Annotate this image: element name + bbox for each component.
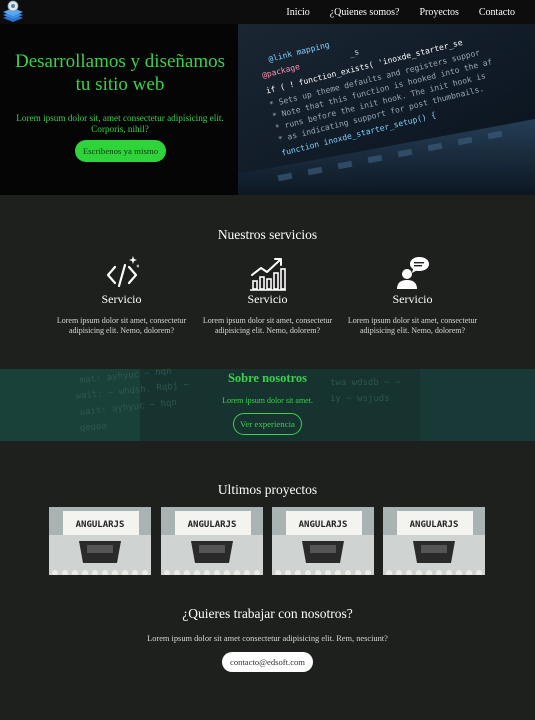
typewriter-image xyxy=(161,507,263,575)
contact-subtitle: Lorem ipsum dolor sit amet consectetur a… xyxy=(147,634,388,643)
project-label: ANGULARJS xyxy=(75,520,125,530)
contact-title: ¿Quieres trabajar con nosotros? xyxy=(182,606,353,621)
services-title: Nuestros servicios xyxy=(217,227,318,242)
typewriter-image xyxy=(49,507,151,575)
project-card[interactable]: ANGULARJS xyxy=(49,507,151,575)
nav-link-proyectos[interactable]: Proyectos xyxy=(419,7,458,18)
service-card: Servicio Lorem ipsum dolor sit amet, con… xyxy=(195,255,340,336)
hero-laptop-code-image: @link mapping @package _s if ( ! functio… xyxy=(238,24,535,195)
about-subtitle: Lorem ipsum dolor sit amet. xyxy=(222,396,313,405)
project-label: ANGULARJS xyxy=(298,520,348,530)
service-title: Servicio xyxy=(101,292,142,306)
top-nav: Inicio ¿Quienes somos? Proyectos Contact… xyxy=(0,0,535,24)
project-card[interactable]: ANGULARJS xyxy=(161,507,263,575)
about-section: mat: ayhyuc ~ hqn wait: ~ whdsh. Rqbj ~ … xyxy=(0,369,535,441)
project-card[interactable]: ANGULARJS xyxy=(272,507,374,575)
service-description: Lorem ipsum dolor sit amet, consectetur … xyxy=(202,316,333,335)
nav-links: Inicio ¿Quienes somos? Proyectos Contact… xyxy=(286,0,515,24)
contact-email-button[interactable]: contacto@edsoft.com xyxy=(222,652,313,672)
project-card[interactable]: ANGULARJS xyxy=(383,507,485,575)
hero-subtitle: Lorem ipsum dolor sit, amet consectetur … xyxy=(16,113,224,134)
code-icon xyxy=(49,255,194,291)
typewriter-image xyxy=(383,507,485,575)
service-title: Servicio xyxy=(392,292,433,306)
contact-section: ¿Quieres trabajar con nosotros? Lorem ip… xyxy=(0,596,535,720)
service-title: Servicio xyxy=(247,292,288,306)
nav-link-quienes-somos[interactable]: ¿Quienes somos? xyxy=(330,7,400,18)
hero-title: Desarrollamos y diseñamos tu sitio web xyxy=(14,51,225,95)
service-description: Lorem ipsum dolor sit amet, consectetur … xyxy=(56,316,187,335)
write-us-button[interactable]: Escribenos ya mismo xyxy=(75,140,166,162)
growth-chart-icon xyxy=(195,255,340,291)
about-title: Sobre nosotros xyxy=(227,371,308,385)
person-chat-icon xyxy=(340,255,485,291)
projects-section: Ultimos proyectos ANGULARJS ANGULARJS AN… xyxy=(0,441,535,596)
layers-logo-icon[interactable] xyxy=(2,0,24,24)
service-card: Servicio Lorem ipsum dolor sit amet, con… xyxy=(49,255,194,336)
services-section: Nuestros servicios Servicio Lorem ipsum … xyxy=(0,195,535,369)
hero-text-block: Desarrollamos y diseñamos tu sitio web L… xyxy=(0,24,240,195)
nav-link-contacto[interactable]: Contacto xyxy=(479,7,515,18)
project-label: ANGULARJS xyxy=(187,520,237,530)
typewriter-image xyxy=(272,507,374,575)
nav-link-inicio[interactable]: Inicio xyxy=(286,7,309,18)
view-experience-button[interactable]: Ver experiencia xyxy=(233,413,302,435)
project-label: ANGULARJS xyxy=(409,520,459,530)
service-card: Servicio Lorem ipsum dolor sit amet, con… xyxy=(340,255,485,336)
service-description: Lorem ipsum dolor sit amet, consectetur … xyxy=(347,316,478,335)
hero-section: @link mapping @package _s if ( ! functio… xyxy=(0,24,535,195)
projects-title: Ultimos proyectos xyxy=(217,482,318,497)
